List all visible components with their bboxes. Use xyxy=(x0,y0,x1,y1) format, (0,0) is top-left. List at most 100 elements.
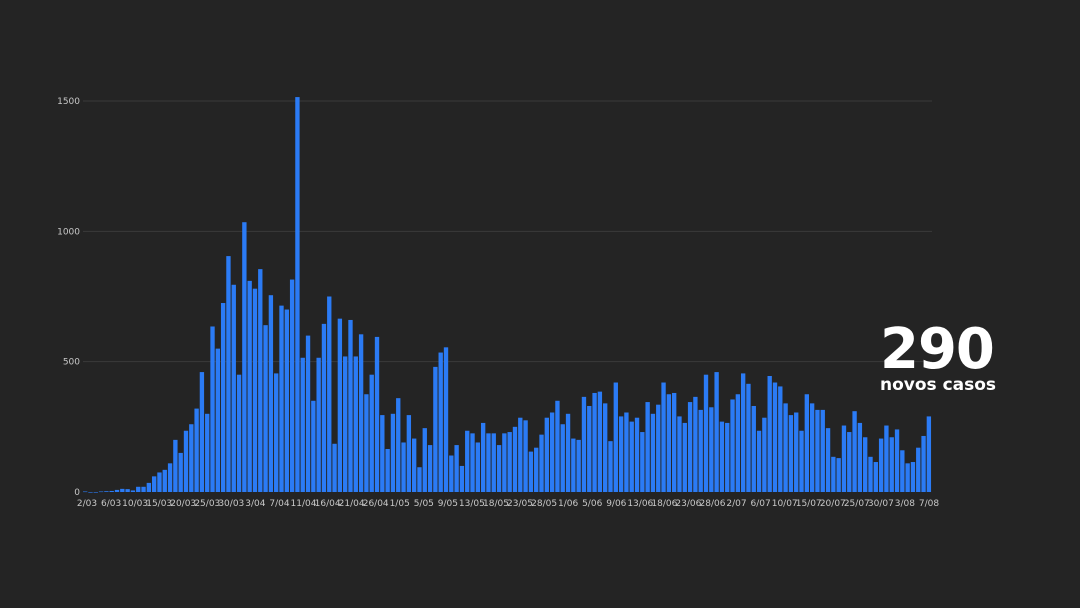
x-tick-label: 20/07 xyxy=(820,499,846,509)
x-tick-label: 10/03 xyxy=(122,499,148,509)
bar xyxy=(624,412,629,492)
x-tick-label: 13/06 xyxy=(627,499,653,509)
bar xyxy=(151,476,157,492)
bar xyxy=(141,486,146,492)
bar xyxy=(220,303,226,492)
bar xyxy=(900,450,905,492)
bar xyxy=(502,433,507,492)
x-tick-label: 1/05 xyxy=(390,499,410,509)
bar xyxy=(295,97,300,492)
x-tick-label: 5/06 xyxy=(582,499,602,509)
bar xyxy=(565,413,571,492)
bar xyxy=(459,465,465,492)
bar xyxy=(719,421,725,492)
bar xyxy=(730,399,735,492)
bar xyxy=(767,376,772,492)
bar xyxy=(571,438,576,492)
bar xyxy=(449,455,454,492)
bar xyxy=(496,445,502,492)
bar xyxy=(534,447,539,492)
bar xyxy=(205,413,210,492)
bar xyxy=(173,439,178,492)
bar xyxy=(613,382,618,492)
bar-chart: 050010001500 2/03 6/03 10/0315/0320/0325/0… xyxy=(57,97,939,509)
bar xyxy=(783,403,788,492)
bar xyxy=(88,492,93,493)
bar xyxy=(735,394,741,492)
bar xyxy=(645,402,650,492)
bar xyxy=(210,326,215,492)
new-cases-label: novos casos xyxy=(880,375,997,395)
bar xyxy=(252,288,258,492)
bar xyxy=(337,318,343,492)
bar xyxy=(162,469,167,492)
bar xyxy=(433,366,438,492)
bar xyxy=(799,430,804,492)
bar xyxy=(327,296,332,492)
bar xyxy=(836,458,841,492)
bar xyxy=(305,335,311,492)
bar xyxy=(130,490,136,492)
bar xyxy=(523,420,528,492)
bar xyxy=(475,442,481,492)
bar xyxy=(157,472,162,492)
bar xyxy=(406,415,412,492)
bar xyxy=(507,432,512,492)
x-tick-label: 3/08 xyxy=(895,499,915,509)
bar xyxy=(263,325,268,492)
bar xyxy=(825,428,831,492)
bar xyxy=(226,256,231,492)
x-tick-label: 16/04 xyxy=(315,499,341,509)
new-cases-callout: 290 novos casos xyxy=(880,317,997,395)
bar xyxy=(714,372,719,492)
bars xyxy=(83,97,932,493)
bar xyxy=(666,394,672,492)
bar xyxy=(289,279,295,492)
bar xyxy=(358,334,364,492)
bar xyxy=(236,374,242,492)
bar xyxy=(746,383,751,492)
x-tick-label: 18/05 xyxy=(483,499,509,509)
bar xyxy=(868,456,873,492)
bar xyxy=(136,486,141,492)
bar xyxy=(608,441,613,492)
bar xyxy=(411,438,417,492)
x-tick-label: 25/03 xyxy=(194,499,220,509)
bar xyxy=(794,412,799,492)
x-tick-label: 18/06 xyxy=(651,499,677,509)
bar xyxy=(417,467,422,492)
bar xyxy=(703,374,709,492)
bar xyxy=(512,426,518,492)
bar xyxy=(98,491,104,493)
bar xyxy=(470,433,475,492)
bar xyxy=(125,489,130,492)
bar xyxy=(443,347,449,492)
x-tick-label: 2/03 xyxy=(77,499,97,509)
bar xyxy=(857,422,863,492)
x-tick-label: 7/04 xyxy=(269,499,289,509)
bar xyxy=(709,407,714,492)
bar xyxy=(167,463,173,492)
bar xyxy=(809,403,815,492)
bar xyxy=(698,409,703,492)
bar xyxy=(374,336,380,492)
bar xyxy=(539,434,544,492)
bar xyxy=(438,352,443,492)
x-tick-label: 9/05 xyxy=(438,499,458,509)
bar xyxy=(640,432,645,492)
y-tick-label: 0 xyxy=(74,488,80,498)
bar xyxy=(772,382,778,492)
bar xyxy=(820,409,825,492)
x-tick-label: 9/06 xyxy=(606,499,626,509)
x-tick-label: 28/06 xyxy=(700,499,726,509)
bar xyxy=(401,442,406,492)
bar xyxy=(242,222,247,492)
bar xyxy=(884,425,889,492)
x-tick-label: 30/03 xyxy=(218,499,244,509)
bar xyxy=(422,428,427,492)
bar xyxy=(921,435,926,492)
new-cases-value: 290 xyxy=(880,317,995,382)
bar xyxy=(396,398,401,492)
bar xyxy=(656,404,661,492)
bar xyxy=(215,348,221,492)
